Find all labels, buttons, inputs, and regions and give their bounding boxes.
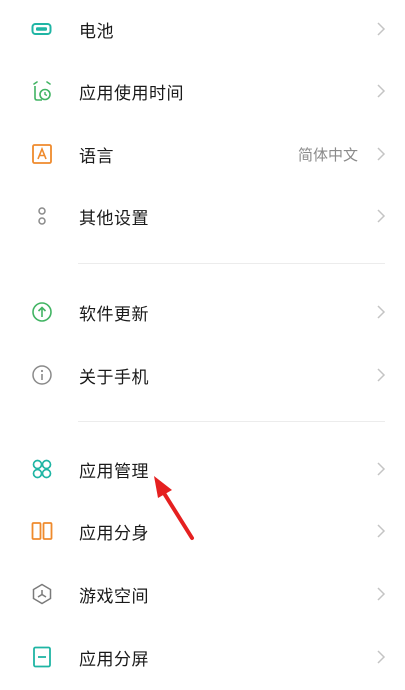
settings-item-other-settings[interactable]: 其他设置 [0,194,405,238]
language-value: 简体中文 [297,145,358,164]
chevron-right-icon [377,368,386,382]
settings-item-app-usage-time[interactable]: 应用使用时间 [0,69,405,113]
settings-item-label: 软件更新 [79,304,149,325]
app-clone-icon [30,519,54,543]
annotation-arrow-icon [154,476,194,540]
more-dots-icon [30,204,54,228]
game-space-icon [30,582,54,606]
chevron-right-icon [377,147,386,161]
alarm-clock-icon [30,79,54,103]
settings-item-label: 语言 [79,146,114,167]
language-a-icon [30,142,54,166]
settings-item-label: 应用管理 [79,461,149,482]
settings-item-label: 关于手机 [79,367,149,388]
section-divider [78,263,385,264]
update-arrow-icon [30,300,54,324]
chevron-right-icon [377,587,386,601]
split-screen-icon [30,645,54,669]
settings-item-language[interactable]: 语言 简体中文 [0,132,405,176]
section-divider [78,421,385,422]
settings-item-label: 应用使用时间 [79,83,184,104]
settings-item-label: 其他设置 [79,208,149,229]
settings-item-label: 应用分屏 [79,649,149,670]
info-icon [30,363,54,387]
chevron-right-icon [377,22,386,36]
chevron-right-icon [377,650,386,664]
settings-item-label: 应用分身 [79,523,149,544]
settings-item-software-update[interactable]: 软件更新 [0,290,405,334]
battery-icon [30,17,54,41]
settings-item-split-screen[interactable]: 应用分屏 [0,635,405,679]
app-grid-icon [30,457,54,481]
settings-item-battery[interactable]: 电池 [0,7,405,51]
chevron-right-icon [377,462,386,476]
chevron-right-icon [377,305,386,319]
chevron-right-icon [377,209,386,223]
chevron-right-icon [377,524,386,538]
settings-item-game-space[interactable]: 游戏空间 [0,572,405,616]
settings-item-label: 游戏空间 [79,586,149,607]
settings-item-about-phone[interactable]: 关于手机 [0,353,405,397]
chevron-right-icon [377,84,386,98]
settings-item-label: 电池 [79,21,114,42]
